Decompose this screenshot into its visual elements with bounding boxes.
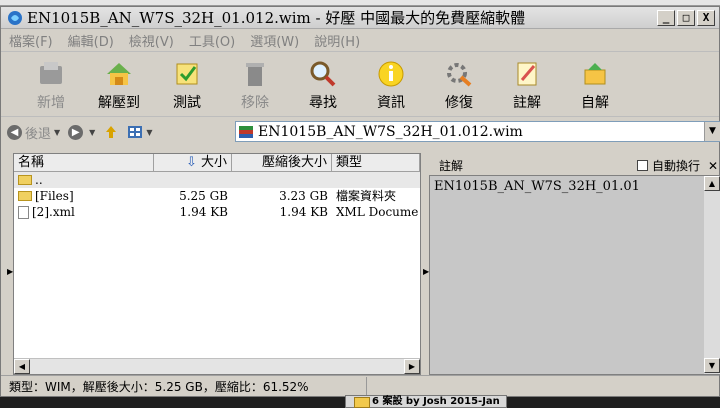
- grid-view-icon: [128, 126, 143, 138]
- menu-options[interactable]: 選項(W): [250, 31, 299, 50]
- column-packed-size[interactable]: 壓縮後大小: [232, 154, 332, 172]
- close-icon[interactable]: ✕: [708, 159, 718, 173]
- app-icon: [8, 10, 22, 25]
- scroll-up-button[interactable]: ▲: [704, 176, 720, 191]
- chevron-down-icon: ▼: [146, 127, 153, 137]
- comment-textarea[interactable]: EN1015B_AN_W7S_32H_01.01 ▲ ▼: [429, 175, 720, 375]
- sfx-button[interactable]: 自解: [561, 53, 629, 117]
- file-list: 名稱 ⇩ 大小 壓縮後大小 類型 .. [Files] 5.25 GB 3.23…: [13, 153, 421, 375]
- column-name[interactable]: 名稱: [14, 154, 154, 172]
- up-folder-button[interactable]: [103, 124, 119, 140]
- forward-arrow-icon: ▶: [68, 124, 84, 140]
- scroll-down-button[interactable]: ▼: [704, 358, 720, 373]
- file-icon: [18, 205, 29, 219]
- main-window: EN1015B_AN_W7S_32H_01.012.wim - 好壓 中國最大的…: [0, 6, 720, 397]
- file-list-header: 名稱 ⇩ 大小 壓縮後大小 類型: [14, 154, 420, 172]
- table-row[interactable]: ..: [14, 172, 420, 188]
- scroll-left-button[interactable]: ◀: [14, 359, 30, 374]
- status-bar: 類型：WIM，解壓後大小：5.25 GB，壓縮比：61.52%: [1, 375, 719, 397]
- back-button[interactable]: ◀ 後退 ▼: [7, 123, 60, 142]
- maximize-button[interactable]: □: [677, 9, 695, 26]
- path-field[interactable]: EN1015B_AN_W7S_32H_01.012.wim ▼: [235, 121, 720, 142]
- pane-splitter-left[interactable]: ▶: [7, 267, 13, 281]
- comment-button[interactable]: 註解: [493, 53, 561, 117]
- table-row[interactable]: [Files] 5.25 GB 3.23 GB 檔案資料夾: [14, 188, 420, 204]
- address-bar: ◀ 後退 ▼ ▶ ▼ ▼ EN1015B_AN_W7S_32H_01.012.w…: [1, 119, 720, 145]
- repair-icon: [443, 59, 475, 89]
- view-mode-button[interactable]: ▼: [127, 125, 152, 139]
- word-wrap-checkbox[interactable]: 自動換行 ✕: [637, 157, 718, 174]
- back-arrow-icon: ◀: [7, 124, 22, 140]
- table-row[interactable]: [2].xml 1.94 KB 1.94 KB XML Docume: [14, 204, 420, 220]
- extract-button[interactable]: 解壓到: [85, 53, 153, 117]
- vertical-scrollbar[interactable]: ▲ ▼: [704, 176, 720, 374]
- add-icon: [35, 59, 67, 89]
- background-window: 6 案設 by Josh 2015-Jan: [0, 395, 720, 408]
- comment-icon: [511, 59, 543, 89]
- comment-pane-title: 註解: [439, 159, 464, 173]
- sort-down-icon: ⇩: [185, 155, 201, 170]
- add-button[interactable]: 新增: [17, 53, 85, 117]
- forward-button[interactable]: ▶ ▼: [68, 124, 96, 140]
- status-text: 類型：WIM，解壓後大小：5.25 GB，壓縮比：61.52%: [1, 376, 367, 397]
- remove-button[interactable]: 移除: [221, 53, 289, 117]
- menu-view[interactable]: 檢視(V): [129, 31, 174, 50]
- path-dropdown-button[interactable]: ▼: [704, 122, 720, 141]
- pane-splitter-right[interactable]: ▶: [423, 267, 429, 281]
- background-folder-item[interactable]: 6 案設 by Josh 2015-Jan: [345, 395, 507, 408]
- sfx-icon: [579, 59, 611, 89]
- horizontal-scrollbar[interactable]: ◀ ▶: [14, 358, 420, 374]
- chevron-down-icon: ▼: [89, 127, 96, 137]
- minimize-button[interactable]: _: [657, 9, 675, 26]
- path-text: EN1015B_AN_W7S_32H_01.012.wim: [258, 123, 523, 140]
- menu-bar: 檔案(F) 編輯(D) 檢視(V) 工具(O) 選項(W) 說明(H): [1, 30, 719, 52]
- title-bar[interactable]: EN1015B_AN_W7S_32H_01.012.wim - 好壓 中國最大的…: [1, 7, 719, 29]
- extract-icon: [103, 59, 135, 89]
- repair-button[interactable]: 修復: [425, 53, 493, 117]
- folder-icon: [18, 191, 32, 201]
- toolbar: 新增 解壓到 測試 移除 尋找 資訊 修復 註解 自解: [1, 53, 719, 117]
- magnifier-icon: [307, 59, 339, 89]
- trash-icon: [239, 59, 271, 89]
- folder-icon: [18, 175, 32, 185]
- window-title: EN1015B_AN_W7S_32H_01.012.wim - 好壓 中國最大的…: [27, 9, 526, 27]
- checkbox-box: [637, 160, 648, 171]
- comment-text: EN1015B_AN_W7S_32H_01.01: [434, 179, 640, 194]
- menu-tools[interactable]: 工具(O): [189, 31, 235, 50]
- test-icon: [171, 59, 203, 89]
- column-type[interactable]: 類型: [332, 154, 420, 172]
- menu-help[interactable]: 說明(H): [314, 31, 360, 50]
- test-button[interactable]: 測試: [153, 53, 221, 117]
- chevron-down-icon: ▼: [54, 127, 61, 137]
- scroll-right-button[interactable]: ▶: [404, 359, 420, 374]
- archive-icon: [239, 125, 253, 138]
- up-arrow-icon: [106, 126, 117, 138]
- info-icon: [375, 59, 407, 89]
- column-size[interactable]: ⇩ 大小: [154, 154, 232, 172]
- menu-file[interactable]: 檔案(F): [9, 31, 53, 50]
- close-button[interactable]: X: [697, 9, 715, 26]
- menu-edit[interactable]: 編輯(D): [68, 31, 114, 50]
- info-button[interactable]: 資訊: [357, 53, 425, 117]
- find-button[interactable]: 尋找: [289, 53, 357, 117]
